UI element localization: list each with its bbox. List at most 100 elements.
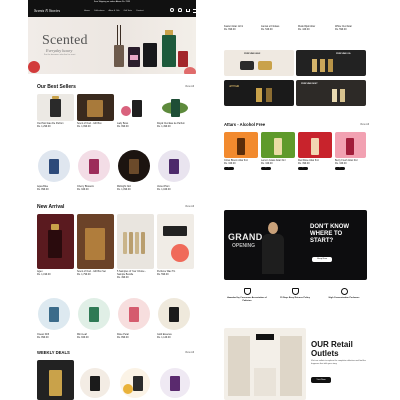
nav-item-contact[interactable]: Contact bbox=[136, 10, 144, 13]
product-image[interactable] bbox=[37, 214, 74, 269]
hero-title: Scented bbox=[42, 33, 88, 48]
product-image[interactable] bbox=[298, 132, 332, 158]
round-product-image[interactable] bbox=[158, 298, 190, 330]
product-card[interactable]: Red Rose Attar 6ml Rs. 399.00 + bbox=[298, 159, 332, 170]
add-to-cart-button[interactable]: + bbox=[298, 166, 308, 170]
nav-item-collections[interactable]: Collections bbox=[94, 10, 105, 13]
banner-perfume-mist[interactable]: PERFUME MIST bbox=[296, 80, 366, 106]
view-all-link[interactable]: View All bbox=[185, 205, 194, 208]
bottle-shape bbox=[89, 159, 99, 174]
product-card[interactable]: Lady Boss Rs. 999.00 bbox=[117, 122, 154, 129]
round-product-image[interactable] bbox=[80, 368, 110, 398]
product-image[interactable] bbox=[77, 214, 114, 269]
promo-person-body bbox=[262, 234, 284, 274]
bottle-shape bbox=[48, 230, 62, 258]
bottle-cap bbox=[51, 224, 59, 230]
account-icon[interactable] bbox=[178, 8, 182, 12]
retail-image[interactable] bbox=[224, 328, 306, 400]
product-image[interactable] bbox=[224, 132, 258, 158]
nav-item-attar-oils[interactable]: Attar & Oils bbox=[109, 10, 120, 13]
product-image[interactable] bbox=[117, 94, 154, 121]
banner-label: ATTAR bbox=[229, 84, 240, 88]
product-card[interactable]: Scent of Oud - Gift Box Set Rs. 1,799.00 bbox=[77, 270, 114, 277]
round-product-image[interactable] bbox=[158, 150, 190, 182]
round-product-image[interactable] bbox=[78, 298, 110, 330]
list-item[interactable]: Aqua Blue Rs. 899.00 bbox=[37, 185, 73, 192]
list-item[interactable]: Ocean Drift Rs. 899.00 bbox=[37, 333, 73, 340]
promo-grand: GRAND bbox=[228, 232, 263, 242]
mist-bottle-1 bbox=[332, 89, 337, 102]
banner-perfume-oil[interactable]: PERFUME OIL bbox=[296, 50, 366, 76]
round-product-image[interactable] bbox=[118, 298, 150, 330]
hero-banner[interactable]: Scented Everyday luxury For the dreamers… bbox=[28, 17, 196, 74]
product-price: Rs. 699.00 bbox=[224, 27, 236, 31]
product-image[interactable] bbox=[157, 94, 194, 121]
bottle-shape bbox=[170, 376, 180, 391]
section-title-weekly-deals: WEEKLY DEALS bbox=[37, 350, 70, 355]
feature-item: High Concentration Perfumes bbox=[322, 288, 366, 300]
round-product-image[interactable] bbox=[78, 150, 110, 182]
badge-icon bbox=[340, 288, 348, 295]
round-product-image[interactable] bbox=[118, 150, 150, 182]
product-card[interactable]: Perfume Wax Tin Rs. 599.00 bbox=[157, 270, 194, 277]
add-to-cart-button[interactable]: + bbox=[261, 166, 271, 170]
round-product-image[interactable] bbox=[38, 150, 70, 182]
retail-body: Visit our outlets to explore the complet… bbox=[311, 360, 366, 365]
promo-shop-button[interactable]: Shop Now bbox=[312, 257, 332, 262]
list-item[interactable]: Kasturi Attar 12ml Rs. 699.00 bbox=[224, 25, 258, 32]
promo-banner[interactable]: GRAND OPENING DON'T KNOW WHERE TO START?… bbox=[224, 210, 367, 280]
product-price: Rs. 1,199.00 bbox=[37, 272, 51, 276]
banner-perfume-wax[interactable]: PERFUME WAX bbox=[224, 50, 294, 76]
product-card[interactable]: Oud Noir Eau De Parfum Rs. 1,299.00 bbox=[37, 122, 74, 129]
list-item[interactable]: Musk Rijali Attar Rs. 449.00 bbox=[298, 25, 332, 32]
add-to-cart-button[interactable]: + bbox=[224, 166, 234, 170]
product-card[interactable]: Scent of Oud - Gift Box Rs. 1,999.00 bbox=[77, 122, 114, 129]
hero-subtitle: Everyday luxury bbox=[46, 48, 73, 53]
product-card[interactable]: Ageo Rs. 1,199.00 bbox=[37, 270, 74, 277]
list-item[interactable]: Mint Leaf Rs. 849.00 bbox=[77, 333, 113, 340]
list-item[interactable]: Rose Petal Rs. 899.00 bbox=[117, 333, 153, 340]
round-product-image[interactable] bbox=[120, 368, 150, 398]
feature-title: High Concentration Perfumes bbox=[328, 297, 360, 299]
retail-title-2: Outlets bbox=[311, 349, 339, 358]
search-icon[interactable] bbox=[170, 8, 174, 12]
round-product-image[interactable] bbox=[38, 298, 70, 330]
flower-shape bbox=[121, 106, 131, 116]
list-item[interactable]: Midnight Noir Rs. 1,099.00 bbox=[117, 185, 153, 192]
hero-bottle-green bbox=[162, 35, 176, 67]
banner-label: PERFUME MIST bbox=[301, 83, 318, 85]
product-image[interactable] bbox=[157, 214, 194, 269]
nav-item-home[interactable]: Home bbox=[84, 10, 90, 13]
product-card[interactable]: Royal Oud Eau de Parfum Rs. 1,499.00 bbox=[157, 122, 194, 129]
view-all-link[interactable]: View All bbox=[185, 85, 194, 88]
product-image[interactable] bbox=[77, 94, 114, 121]
add-to-cart-button[interactable]: + bbox=[335, 166, 345, 170]
view-all-link[interactable]: View All bbox=[360, 123, 369, 126]
view-all-link[interactable]: View All bbox=[185, 351, 194, 354]
promo-headline-3: START? bbox=[310, 238, 334, 244]
list-item[interactable]: Velvet Plum Rs. 1,049.00 bbox=[157, 185, 193, 192]
product-card[interactable]: Berry Fresh Attar 6ml Rs. 349.00 + bbox=[335, 159, 366, 170]
product-card[interactable]: Lemon Grass Attar 6ml Rs. 349.00 + bbox=[261, 159, 295, 170]
product-image[interactable] bbox=[261, 132, 295, 158]
list-item[interactable]: Jannat ul Firdaus Rs. 549.00 bbox=[261, 25, 295, 32]
cart-icon[interactable] bbox=[186, 8, 190, 12]
product-card[interactable]: Citrus Bloom Attar 6ml Rs. 349.00 + bbox=[224, 159, 258, 170]
product-image[interactable] bbox=[37, 360, 74, 400]
oil-bottle-2 bbox=[320, 59, 325, 72]
list-item[interactable]: Gold Essence Rs. 1,149.00 bbox=[157, 333, 193, 340]
product-image[interactable] bbox=[335, 132, 366, 158]
feature-item: 15 Days Easy Returns Policy bbox=[274, 288, 316, 300]
product-card[interactable]: 5 Samples of Your Choice - Sample Bundle… bbox=[117, 270, 154, 279]
list-item[interactable]: White Oud Attar Rs. 599.00 bbox=[335, 25, 369, 32]
logo[interactable]: Scents N Stories bbox=[34, 8, 60, 13]
banner-attar[interactable]: ATTAR bbox=[224, 80, 294, 106]
retail-visit-button[interactable]: Visit Now bbox=[311, 377, 331, 383]
product-image[interactable] bbox=[117, 214, 154, 269]
list-item[interactable]: Cherry Blossom Rs. 949.00 bbox=[77, 185, 113, 192]
product-price: Rs. 349.00 bbox=[335, 161, 347, 165]
menu-icon[interactable] bbox=[193, 8, 197, 13]
nav-item-gift-sets[interactable]: Gift Sets bbox=[124, 10, 132, 13]
product-image[interactable] bbox=[37, 94, 74, 121]
round-product-image[interactable] bbox=[160, 368, 190, 398]
